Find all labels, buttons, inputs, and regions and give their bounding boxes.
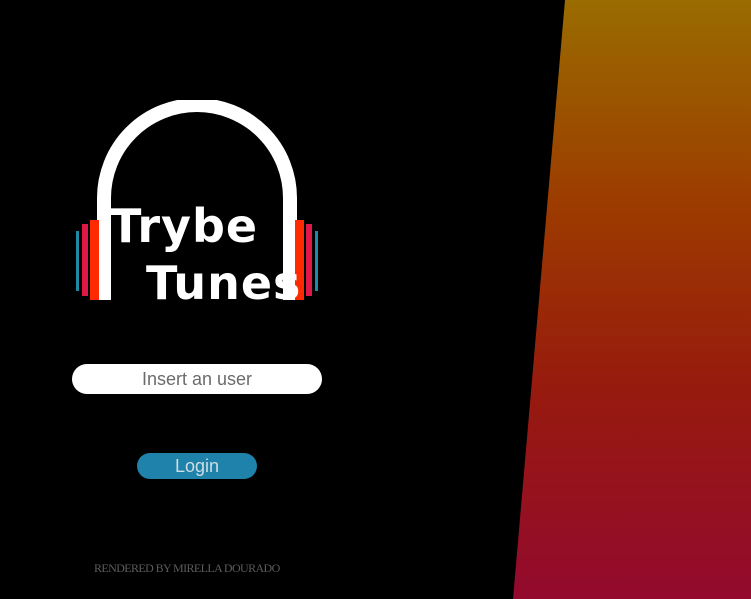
right-bar-crimson [306,224,312,296]
credit-text: RENDERED BY MIRELLA DOURADO [94,561,280,575]
left-bar-blue [76,231,79,291]
logo-word-trybe: Trybe [110,199,259,253]
left-bar-crimson [82,224,88,296]
user-input[interactable] [72,364,322,394]
right-bar-blue [315,231,318,291]
logo-word-tunes: Tunes [146,256,302,310]
login-page: Trybe Tunes Login RENDERED BY MIRELLA DO… [0,0,751,599]
login-button[interactable]: Login [137,453,257,479]
left-bar-red [90,220,99,300]
trybe-tunes-logo: Trybe Tunes [70,100,330,310]
